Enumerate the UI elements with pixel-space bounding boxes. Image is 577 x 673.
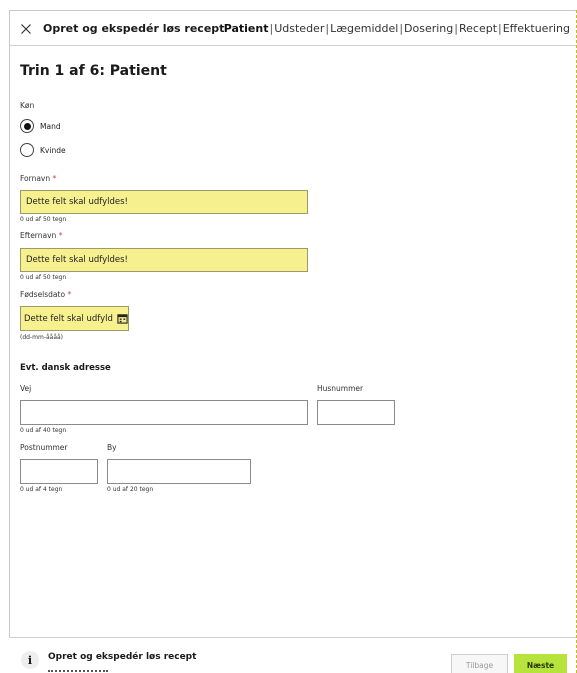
step-separator: |: [269, 22, 274, 35]
vej-counter: 0 ud af 40 tegn: [20, 427, 67, 434]
next-button[interactable]: Næste: [514, 654, 567, 673]
foedselsdato-value: Dette felt skal udfyld: [24, 313, 113, 324]
close-icon[interactable]: [20, 23, 32, 35]
dialog-header: Opret og ekspedér løs recept Patient|Uds…: [9, 12, 576, 46]
footer-title: Opret og ekspedér løs recept: [48, 652, 197, 662]
foedselsdato-input[interactable]: Dette felt skal udfyld: [20, 306, 129, 331]
required-marker: *: [67, 290, 72, 299]
fornavn-input[interactable]: Dette felt skal udfyldes!: [20, 190, 308, 214]
gender-option-mand[interactable]: Mand: [20, 118, 61, 134]
gender-option-kvinde[interactable]: Kvinde: [20, 142, 66, 158]
foedselsdato-label: Fødselsdato *: [20, 290, 71, 299]
step-separator: |: [498, 22, 502, 35]
husnummer-label: Husnummer: [317, 384, 364, 393]
step-laegemiddel[interactable]: Lægemiddel: [330, 22, 398, 35]
postnummer-label: Postnummer: [20, 443, 68, 452]
radio-kvinde-label: Kvinde: [40, 145, 66, 155]
postnummer-counter: 0 ud af 4 tegn: [20, 486, 63, 493]
step-separator: |: [325, 22, 330, 35]
required-marker: *: [58, 231, 63, 240]
vej-label: Vej: [20, 384, 32, 393]
dialog-title: Opret og ekspedér løs recept: [43, 22, 225, 35]
step-patient[interactable]: Patient: [224, 22, 269, 35]
by-label: By: [107, 443, 117, 452]
radio-selected-dot: [23, 122, 31, 130]
page-title: Trin 1 af 6: Patient: [20, 63, 167, 79]
step-udsteder[interactable]: Udsteder: [274, 22, 324, 35]
husnummer-input[interactable]: [317, 400, 395, 425]
radio-kvinde[interactable]: [20, 143, 34, 157]
step-navigation: Patient|Udsteder|Lægemiddel|Dosering|Rec…: [224, 22, 570, 35]
vej-input[interactable]: [20, 400, 308, 425]
back-button[interactable]: Tilbage: [451, 654, 508, 673]
frame-left-border: [9, 10, 10, 673]
step-effektuering[interactable]: Effektuering: [503, 22, 570, 35]
dialog-footer: i Opret og ekspedér løs recept Tilbage N…: [9, 637, 576, 673]
by-input[interactable]: [107, 459, 251, 484]
address-section-title: Evt. dansk adresse: [20, 363, 111, 373]
foedselsdato-label-text: Fødselsdato: [20, 290, 66, 299]
gender-label: Køn: [20, 101, 35, 110]
efternavn-input[interactable]: Dette felt skal udfyldes!: [20, 248, 308, 272]
efternavn-counter: 0 ud af 50 tegn: [20, 274, 67, 281]
step-separator: |: [399, 22, 404, 35]
required-marker: *: [52, 174, 57, 183]
calendar-icon[interactable]: [117, 313, 128, 324]
radio-mand[interactable]: [20, 119, 34, 133]
postnummer-input[interactable]: [20, 459, 98, 484]
step-separator: |: [454, 22, 458, 35]
efternavn-label: Efternavn *: [20, 231, 62, 240]
info-icon: i: [21, 651, 39, 669]
fornavn-counter: 0 ud af 50 tegn: [20, 216, 67, 223]
fornavn-label: Fornavn *: [20, 174, 56, 183]
radio-mand-label: Mand: [40, 121, 61, 131]
efternavn-label-text: Efternavn: [20, 231, 57, 240]
fornavn-label-text: Fornavn: [20, 174, 51, 183]
step-recept[interactable]: Recept: [459, 22, 497, 35]
step-dosering[interactable]: Dosering: [404, 22, 453, 35]
by-counter: 0 ud af 20 tegn: [107, 486, 154, 493]
foedselsdato-hint: (dd-mm-åååå): [20, 334, 64, 341]
frame-top-border: [9, 10, 577, 11]
